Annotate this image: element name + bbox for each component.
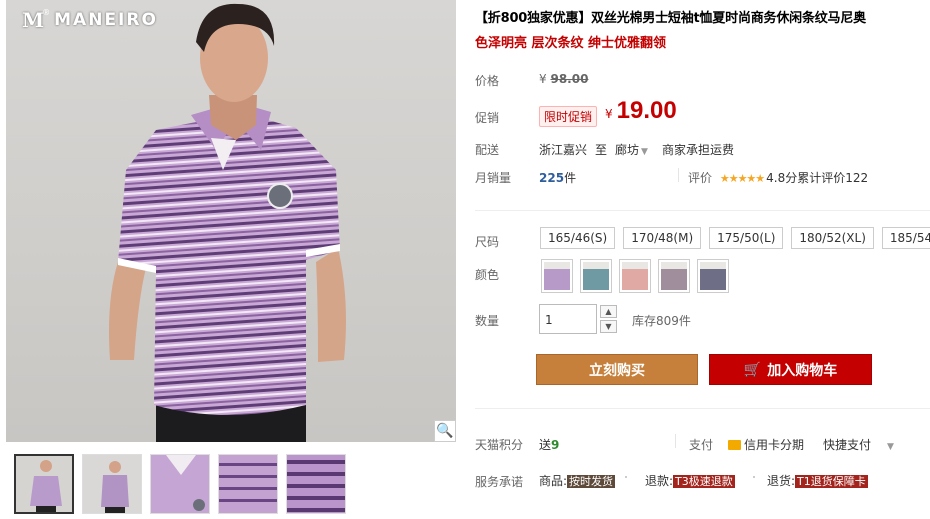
service-refund-prefix: 退款: [645,474,674,488]
service-refund[interactable]: 退款: T3极速退款 [645,472,735,489]
credit-card-icon [728,439,741,450]
divider [675,434,676,448]
color-swatch [583,262,609,290]
promo-price-value: 19.00 [616,97,677,124]
main-product-image[interactable]: M ® MANEIRO 🔍 [6,0,456,442]
size-label: 尺码 [475,235,500,249]
service-goods[interactable]: 商品: 按时发货 [539,472,616,489]
ship-destination-select[interactable]: 廊坊 ▼ [615,141,648,158]
product-title: 【折800独家优惠】双丝光棉男士短袖t恤夏时尚商务休闲条纹马尼奥 [475,11,866,26]
installment-label: 信用卡分期 [744,438,805,452]
promo-label: 促销 [475,111,500,125]
currency-symbol: ¥ [539,72,547,86]
color-option[interactable] [658,259,690,293]
original-price: ¥ 98.00 [539,72,588,86]
rating-label: 评价 [688,171,713,185]
shipping-fee: 商家承担运费 [661,143,734,157]
add-to-cart-label: 加入购物车 [767,362,838,379]
separator-dot [753,476,755,478]
chevron-down-icon: ▼ [887,442,894,452]
color-option[interactable] [697,259,729,293]
size-option[interactable]: 170/48(M) [623,227,702,249]
color-option[interactable] [580,259,612,293]
thumbnail-3[interactable] [150,454,210,514]
size-option[interactable]: 185/54(XXL) [881,227,930,249]
quantity-input[interactable]: 1 [539,304,597,334]
color-label: 颜色 [475,268,500,282]
monthly-sales-count: 225 [539,171,565,185]
service-label: 服务承诺 [475,475,524,489]
color-swatch [544,262,570,290]
points-label: 天猫积分 [475,438,524,452]
shipping-info: 浙江嘉兴 至 廊坊 ▼ 商家承担运费 [539,141,734,158]
shipping-label: 配送 [475,143,500,157]
ship-to-word: 至 [595,143,608,157]
monthly-sales: 225件 [539,169,576,186]
divider [678,168,679,182]
service-return-badge: T1退货保障卡 [795,475,868,488]
separator-dot [625,476,627,478]
rating-score: 4.8分 [766,171,798,185]
color-option[interactable] [541,259,573,293]
payment-label: 支付 [689,438,714,452]
points-value: 送9 [539,436,559,453]
color-swatch [700,262,726,290]
quick-pay-label: 快捷支付 [823,438,872,452]
quantity-label: 数量 [475,314,500,328]
service-goods-badge: 按时发货 [567,475,616,488]
original-price-value: 98.00 [550,72,589,86]
thumbnail-5[interactable] [286,454,346,514]
thumbnail-4[interactable] [218,454,278,514]
chevron-down-icon: ▼ [641,147,648,157]
service-return[interactable]: 退货: T1退货保障卡 [767,472,868,489]
brand-logo: M ® MANEIRO [22,7,158,33]
quick-pay-dropdown[interactable]: 快捷支付 ▼ [823,436,894,453]
points-prefix: 送 [539,438,552,452]
buy-now-button[interactable]: 立刻购买 [536,354,698,385]
brand-name: MANEIRO [54,10,158,30]
points-number: 9 [551,438,560,452]
color-options [541,259,729,293]
thumbnail-2[interactable] [82,454,142,514]
promo-tag: 限时促销 [539,106,598,127]
brand-mark: M [22,8,44,32]
size-option[interactable]: 180/52(XL) [791,227,874,249]
installment-option[interactable]: 信用卡分期 [728,436,804,453]
section-divider [475,210,930,211]
color-option[interactable] [619,259,651,293]
rating-summary: 评价 ★★★★★ 4.8分累计评价122 [688,169,868,186]
product-subtitle: 色泽明亮 层次条纹 绅士优雅翻领 [475,36,667,51]
cart-icon: 🛒 [743,361,762,378]
size-option[interactable]: 175/50(L) [709,227,784,249]
price-label: 价格 [475,74,500,88]
add-to-cart-button[interactable]: 🛒 加入购物车 [709,354,872,385]
service-goods-prefix: 商品: [539,474,568,488]
currency-symbol: ¥ [605,107,613,121]
quantity-decrease-button[interactable]: ▼ [600,320,617,333]
thumbnail-strip [14,454,346,514]
monthly-sales-label: 月销量 [475,171,512,185]
promo-price: ¥19.00 [605,97,677,125]
magnifier-icon[interactable]: 🔍 [434,420,456,442]
ship-from: 浙江嘉兴 [539,143,588,157]
model-photo [109,3,346,442]
section-divider [475,408,930,409]
thumbnail-1[interactable] [14,454,74,514]
star-rating-icon: ★★★★★ [719,172,765,185]
color-swatch [661,262,687,290]
color-swatch [622,262,648,290]
ship-destination: 廊坊 [615,143,640,157]
service-refund-badge: T3极速退款 [673,475,735,488]
size-option[interactable]: 165/46(S) [540,227,616,249]
stock-count: 库存809件 [632,314,691,328]
monthly-sales-unit: 件 [564,171,577,185]
service-return-prefix: 退货: [767,474,796,488]
review-count-link[interactable]: 累计评价122 [797,171,868,185]
quantity-increase-button[interactable]: ▲ [600,305,617,318]
brand-registered-mark: ® [42,7,51,17]
size-options: 165/46(S) 170/48(M) 175/50(L) 180/52(XL)… [540,227,930,249]
